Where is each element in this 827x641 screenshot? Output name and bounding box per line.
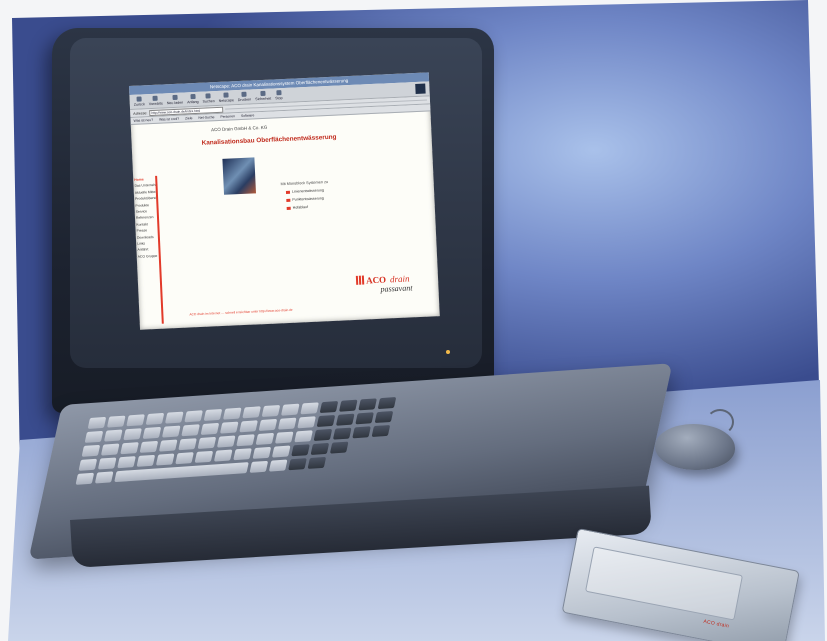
- product-link[interactable]: Hofablauf: [286, 205, 308, 210]
- page-headline: Kanalisationsbau Oberflächenentwässerung: [201, 133, 337, 147]
- bullet-icon: [286, 206, 291, 210]
- pc-card-label-area: [585, 546, 743, 621]
- home-icon: [189, 94, 196, 100]
- link-whats-cool[interactable]: Was ist cool?: [159, 117, 179, 122]
- power-led-icon: [446, 350, 450, 354]
- photo-scene: Netscape: ACO drain Kanalisationssystem …: [0, 0, 827, 641]
- link-software[interactable]: Software: [241, 113, 255, 118]
- search-icon: [205, 93, 211, 99]
- address-label: Adresse:: [133, 110, 148, 116]
- nav-item-group[interactable]: ACO Gruppe: [137, 253, 159, 260]
- home-button[interactable]: Anfang: [187, 94, 199, 104]
- pc-card-label: ACO drain: [702, 618, 730, 630]
- link-people[interactable]: Personen: [220, 114, 235, 119]
- page-footer: ACO drain im Internet — schnell erreichb…: [189, 307, 293, 317]
- bullet-icon: [286, 198, 291, 202]
- netscape-icon: [223, 92, 229, 98]
- mouse: [655, 424, 735, 470]
- web-page: ACO Drain GmbH & Co. KG Kanalisationsbau…: [131, 111, 440, 325]
- print-icon: [241, 91, 247, 97]
- monitor-screen: Netscape: ACO drain Kanalisationssystem …: [129, 72, 440, 330]
- link-net-search[interactable]: Net-Suche: [198, 115, 214, 120]
- netscape-button[interactable]: Netscape: [218, 92, 234, 103]
- product-intro: Mit Monoblock Systemen zu: [280, 180, 329, 187]
- lock-icon: [260, 90, 266, 97]
- forward-button[interactable]: Vorwärts: [148, 95, 163, 106]
- logo-passavant: passavant: [380, 283, 413, 294]
- back-button[interactable]: Zurück: [133, 96, 145, 107]
- logo-bars-icon: [355, 275, 365, 285]
- product-photo: [222, 157, 257, 195]
- bullet-icon: [285, 190, 291, 194]
- stop-button[interactable]: Stop: [275, 90, 283, 100]
- aco-drain-logo: ACO drain passavant: [355, 272, 413, 295]
- security-button[interactable]: Sicherheit: [255, 90, 271, 101]
- forward-icon: [152, 95, 159, 101]
- search-button[interactable]: Suchen: [202, 93, 215, 104]
- back-icon: [136, 96, 142, 102]
- company-name: ACO Drain GmbH & Co. KG: [210, 124, 268, 133]
- reload-button[interactable]: Neu laden: [166, 94, 183, 105]
- product-link[interactable]: Punktentwässerung: [286, 196, 324, 202]
- reload-icon: [172, 94, 178, 101]
- product-link[interactable]: Linienentwässerung: [285, 188, 324, 194]
- print-button[interactable]: Drucken: [238, 91, 251, 102]
- link-whats-new[interactable]: Was ist neu?: [133, 118, 153, 123]
- stop-icon: [276, 90, 282, 96]
- netscape-throbber-icon: [415, 83, 426, 95]
- link-destinations[interactable]: Ziele: [185, 116, 193, 120]
